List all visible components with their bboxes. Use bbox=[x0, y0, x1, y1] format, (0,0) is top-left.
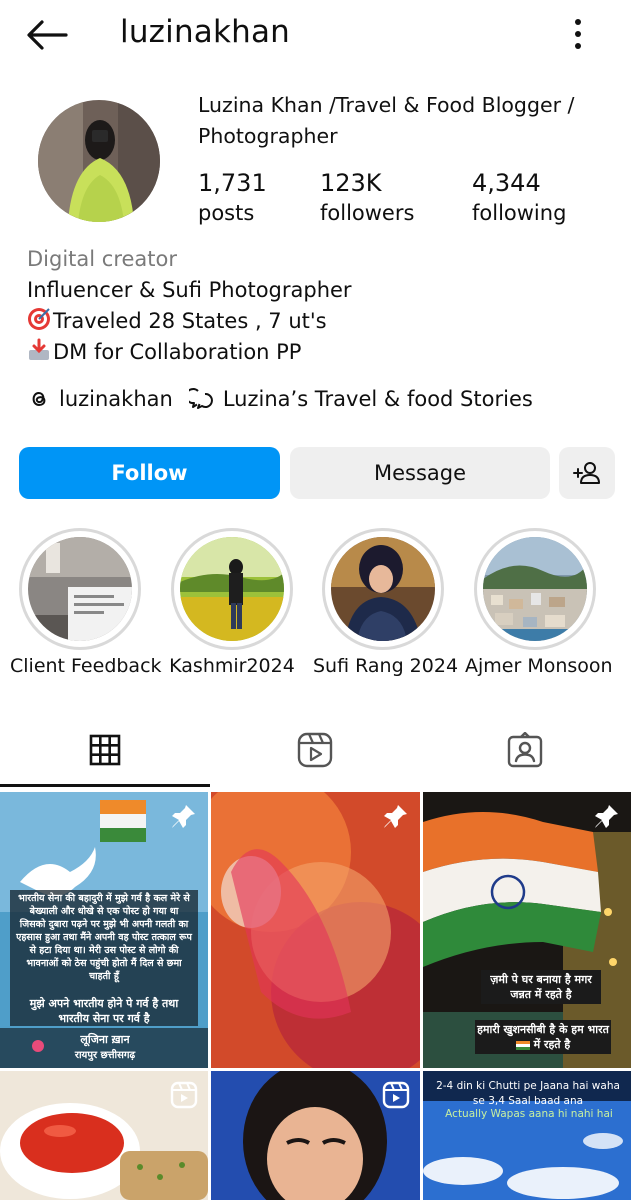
followers-stat[interactable]: 123K followers bbox=[320, 168, 414, 228]
posts-count: 1,731 bbox=[198, 169, 267, 197]
tagged-icon bbox=[507, 732, 543, 768]
highlight-ring bbox=[474, 528, 596, 650]
highlight-label: Sufi Rang 2024 bbox=[313, 655, 459, 677]
post-tile-1[interactable]: भारतीय सेना की बहादुरी में मुझे गर्व है … bbox=[0, 792, 208, 1068]
threads-handle: luzinakhan bbox=[59, 387, 173, 411]
target-icon bbox=[28, 308, 50, 330]
reels-icon bbox=[297, 732, 333, 768]
add-user-icon bbox=[573, 462, 600, 484]
post-tile-2[interactable] bbox=[211, 792, 420, 1068]
reel-icon bbox=[170, 1081, 198, 1109]
post-caption-text: 2-4 din ki Chutti pe Jaana hai waha se 3… bbox=[436, 1080, 620, 1107]
channel-name: Luzina’s Travel & food Stories bbox=[222, 387, 533, 411]
more-vertical-icon bbox=[575, 19, 581, 49]
post-tile-5[interactable] bbox=[211, 1071, 420, 1200]
highlight-client-feedback[interactable]: Client Feedback bbox=[10, 528, 162, 677]
profile-avatar[interactable] bbox=[38, 100, 160, 222]
bio-line-text: DM for Collaboration PP bbox=[53, 340, 302, 364]
post-caption-text: Actually Wapas aana hi nahi hai bbox=[445, 1108, 613, 1120]
pin-icon bbox=[172, 805, 195, 828]
posts-stat[interactable]: 1,731 posts bbox=[198, 168, 267, 228]
profile-full-name: Luzina Khan /Travel & Food Blogger / Pho… bbox=[198, 93, 575, 148]
suggested-users-button[interactable] bbox=[559, 447, 615, 499]
post-tile-4[interactable] bbox=[0, 1071, 208, 1200]
india-flag-icon bbox=[515, 1040, 530, 1050]
highlight-cover bbox=[331, 537, 435, 641]
threads-icon bbox=[32, 391, 46, 407]
pin-icon bbox=[595, 805, 618, 828]
message-button[interactable]: Message bbox=[290, 447, 550, 499]
follow-button[interactable]: Follow bbox=[19, 447, 280, 499]
channel-link[interactable]: Luzina’s Travel & food Stories bbox=[188, 387, 533, 411]
bio-line: Influencer & Sufi Photographer bbox=[27, 278, 352, 302]
back-button[interactable] bbox=[22, 16, 70, 54]
followers-count: 123K bbox=[320, 169, 382, 197]
post-caption-text-part: हमारी खुशनसीबी है के हम भारत bbox=[477, 1023, 609, 1036]
highlight-label: Ajmer Monsoon bbox=[465, 655, 613, 677]
highlight-cover bbox=[28, 537, 132, 641]
following-stat[interactable]: 4,344 following bbox=[472, 168, 566, 228]
top-bar: luzinakhan bbox=[0, 0, 631, 68]
posts-label: posts bbox=[198, 201, 255, 225]
arrow-left-icon bbox=[27, 20, 68, 50]
highlight-cover bbox=[180, 537, 284, 641]
following-count: 4,344 bbox=[472, 169, 541, 197]
tab-tagged[interactable] bbox=[420, 712, 630, 788]
profile-tabs bbox=[0, 712, 631, 788]
highlight-label: Kashmir2024 bbox=[169, 655, 295, 677]
tab-reels[interactable] bbox=[210, 712, 420, 788]
post-caption-text: भारतीय सेना की बहादुरी में मुझे गर्व है … bbox=[16, 893, 192, 982]
reel-icon bbox=[382, 1081, 410, 1109]
broadcast-channel-icon bbox=[188, 388, 213, 409]
post-tile-6[interactable]: 2-4 din ki Chutti pe Jaana hai waha se 3… bbox=[423, 1071, 631, 1200]
post-tile-3[interactable]: ज़मी पे घर बनाया है मगर जन्नत में रहते ह… bbox=[423, 792, 631, 1068]
highlight-ring bbox=[19, 528, 141, 650]
bio-line-dm: DM for Collaboration PP bbox=[27, 337, 617, 368]
profile-links: luzinakhan Luzina’s Travel & food Storie… bbox=[27, 383, 533, 415]
followers-label: followers bbox=[320, 201, 415, 225]
highlight-label: Client Feedback bbox=[10, 655, 162, 677]
highlight-kashmir2024[interactable]: Kashmir2024 bbox=[162, 528, 302, 677]
profile-bio: Digital creator Influencer & Sufi Photog… bbox=[27, 244, 617, 368]
highlight-ring bbox=[322, 528, 444, 650]
profile-username: luzinakhan bbox=[120, 14, 291, 50]
highlight-ring bbox=[171, 528, 293, 650]
post-caption-text-part: में रहते है bbox=[533, 1038, 571, 1051]
post-caption-signature: लूजिना ख़ान bbox=[80, 1033, 130, 1046]
highlight-cover bbox=[483, 537, 587, 641]
highlight-sufi-rang-2024[interactable]: Sufi Rang 2024 bbox=[313, 528, 459, 677]
post-caption-text: मुझे अपने भारतीय होने पे गर्व है तथा भार… bbox=[29, 997, 179, 1025]
grid-icon bbox=[89, 734, 121, 766]
pin-icon bbox=[384, 805, 407, 828]
bio-line-text: Traveled 28 States , 7 ut's bbox=[53, 309, 327, 333]
following-label: following bbox=[472, 201, 567, 225]
tab-posts-grid[interactable] bbox=[0, 712, 210, 788]
highlight-ajmer-monsoon[interactable]: Ajmer Monsoon bbox=[465, 528, 613, 677]
bio-line-traveled: Traveled 28 States , 7 ut's bbox=[27, 306, 617, 337]
post-caption-text: हमारी खुशनसीबी है के हम भारत में रहते है bbox=[475, 1020, 611, 1054]
threads-link[interactable]: luzinakhan bbox=[27, 387, 173, 411]
active-tab-indicator bbox=[0, 784, 210, 787]
more-options-button[interactable] bbox=[560, 14, 596, 54]
inbox-tray-icon bbox=[29, 338, 49, 360]
profile-category: Digital creator bbox=[27, 247, 178, 271]
post-caption-place: रायपुर छत्तीसगढ़ bbox=[74, 1050, 136, 1061]
post-caption-text: ज़मी पे घर बनाया है मगर जन्नत में रहते ह… bbox=[481, 970, 601, 1004]
